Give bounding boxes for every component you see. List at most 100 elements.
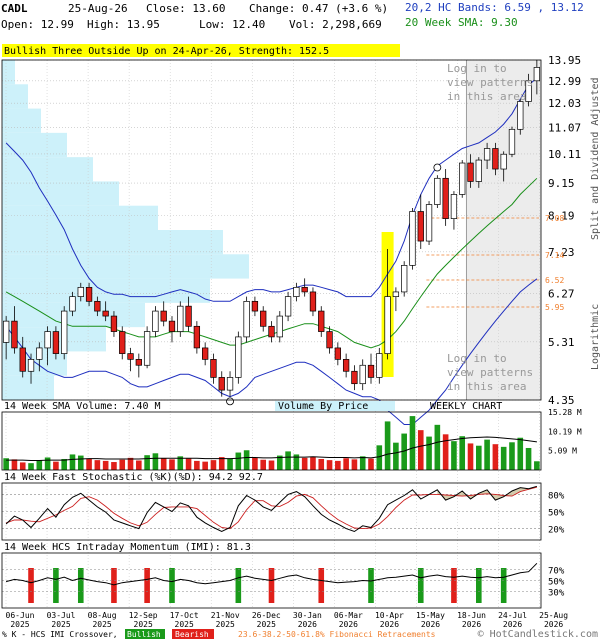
candle-up [235,336,242,378]
x-tick-year: 2025 [257,620,276,629]
candle-up [61,310,68,354]
fib-level-label: 7.14 [545,251,564,260]
watermark-text: view patterns [447,366,533,379]
volume-bar [19,462,26,470]
candle-up [401,265,408,293]
x-tick-year: 2025 [134,620,153,629]
candle-down [268,325,275,338]
volume-bar [144,455,150,470]
volume-bar [77,455,84,470]
vbp-bar [2,278,210,303]
candle-up [284,296,292,317]
volume-bar [69,454,76,470]
candle-up [384,296,391,354]
price-scale-title: Logarithmic [590,304,600,370]
volume-bar [210,460,217,470]
stochastic-panel-title: 14 Week Fast Stochastic (%K)(%D): 94.2 9… [4,472,263,483]
candle-down [119,331,126,354]
volume-bar [476,445,482,470]
stochastic-k-line [5,485,538,533]
candle-up [243,300,250,338]
volume-bar [484,439,490,470]
x-tick-year: 2025 [51,620,70,629]
imi-bullish-bar [77,568,84,603]
candle-down [309,291,317,312]
candle-up [500,153,507,170]
volume-bar [351,459,358,470]
signal-marker [226,397,234,406]
x-tick-label: 03-Jul [47,611,76,620]
volume-bar [285,451,291,470]
candle-up [376,353,383,378]
volume-bar [119,459,126,470]
volume-bar [243,450,250,470]
x-tick-year: 2025 [92,620,111,629]
candle-down [11,320,18,349]
volume-bar [326,460,333,470]
imi-tick-label: 30% [548,589,565,599]
candle-up [533,67,541,82]
volume-bar [310,456,316,470]
imi-bearish-bar [28,568,34,603]
candle-down [135,359,142,366]
candle-down [442,177,449,219]
fib-level-label: 7.08 [545,214,564,223]
candle-up [409,211,416,266]
candle-down [193,325,201,349]
x-tick-year: 2026 [339,620,358,629]
candle-down [102,310,109,317]
candle-down [334,347,341,360]
volume-bar [500,446,507,470]
volume-bar [467,443,474,470]
candle-down [85,286,93,302]
volume-bar [169,459,175,470]
candle-down [52,331,60,354]
candle-down [110,315,118,332]
candle-down [94,300,101,312]
candle-up [483,148,491,161]
candle-down [202,347,209,360]
watermark-text: Log in to [447,352,507,365]
imi-bearish-bar [268,568,275,603]
candle-up [459,162,466,195]
volume-bar [268,460,275,470]
candle-up [359,364,366,385]
x-tick-label: 10-Apr [375,611,404,620]
volume-bar [86,458,92,470]
imi-bullish-bar [169,568,175,603]
volume-tick-label: 15.28 M [548,408,582,417]
x-tick-label: 06-Jun [6,611,35,620]
candle-up [69,296,76,312]
imi-bullish-bar [235,568,242,603]
vbp-bar [2,230,223,255]
footer-crossover-label: % K - HCS IMI Crossover, [2,630,118,639]
candle-up [508,128,516,155]
volume-bar [252,457,258,470]
price-tick-label: 6.27 [548,287,575,300]
volume-bar [227,458,233,470]
imi-bullish-bar [368,568,374,603]
x-tick-year: 2026 [544,620,563,629]
candle-up [517,101,524,130]
x-tick-year: 2026 [380,620,399,629]
x-tick-label: 24-Jul [498,611,527,620]
weekly-chart-title: WEEKLY CHART [430,401,502,412]
volume-bar [335,460,341,470]
x-tick-year: 2026 [503,620,522,629]
volume-bar [44,457,51,470]
candle-down [318,310,325,332]
price-tick-label: 5.31 [548,336,575,349]
x-tick-label: 17-Oct [170,611,199,620]
candle-down [185,305,192,327]
vbp-bar [2,205,158,230]
x-tick-year: 2025 [216,620,235,629]
imi-tick-label: 50% [548,578,565,588]
candle-down [342,359,350,372]
vbp-bar [2,351,67,376]
vbp-bar [2,108,41,133]
candle-up [152,310,159,332]
x-tick-label: 26-Dec [252,611,281,620]
volume-bar [318,458,325,470]
stochastic-tick-label: 50% [548,509,565,519]
volume-bar [426,436,432,470]
